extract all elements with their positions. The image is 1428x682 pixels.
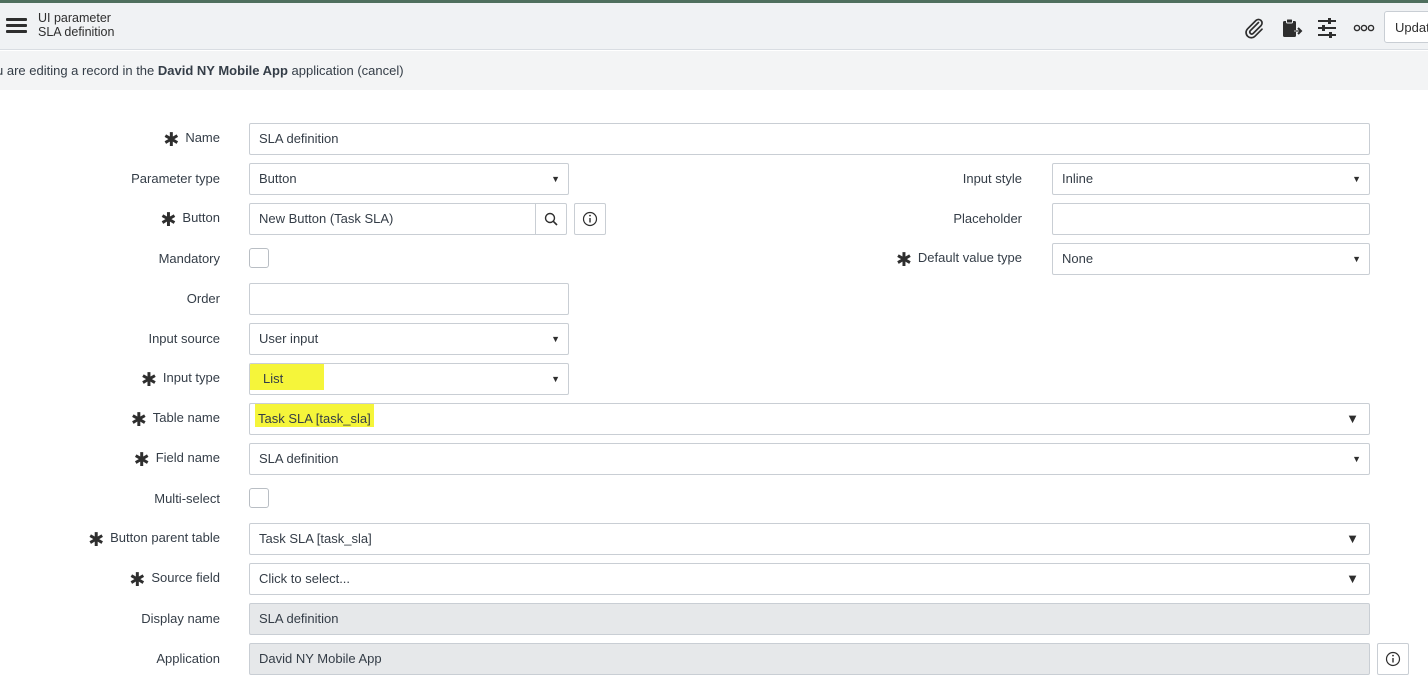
update-button[interactable]: Updat [1384,11,1428,43]
display-name-field: SLA definition [249,603,1370,635]
multi-select-checkbox[interactable] [249,488,269,508]
dropdown-caret-icon: ▼ [551,174,560,184]
table-name-select[interactable]: Task SLA [task_sla] ▼ [249,403,1370,435]
field-name-label: ✱ Field name [133,450,220,471]
banner-app-name: David NY Mobile App [157,63,288,78]
asterisk-icon: ✱ [130,410,147,431]
default-value-type-label: ✱ Default value type [896,250,1022,271]
record-table-title: UI parameter [38,11,111,25]
table-name-label: ✱ Table name [130,410,220,431]
banner-prefix: u are editing a record in the [0,63,155,78]
banner-suffix: application [291,63,354,78]
search-icon[interactable] [535,203,567,235]
default-value-type-select[interactable]: None ▼ [1052,243,1370,275]
asterisk-icon: ✱ [163,130,180,151]
multi-select-label: Multi-select [154,491,220,506]
dropdown-caret-icon: ▼ [1352,254,1361,264]
placeholder-input[interactable] [1052,203,1370,235]
input-source-label: Input source [148,331,220,346]
hamburger-menu-icon[interactable] [6,18,28,36]
mandatory-checkbox[interactable] [249,248,269,268]
name-label: ✱ Name [163,130,220,151]
name-input[interactable]: SLA definition [249,123,1370,155]
source-field-label: ✱ Source field [129,570,220,591]
button-reference-input[interactable]: New Button (Task SLA) [249,203,536,235]
dropdown-caret-icon: ▼ [551,374,560,384]
more-options-icon[interactable] [1352,16,1376,40]
dropdown-caret-icon: ▼ [551,334,560,344]
button-parent-table-label: ✱ Button parent table [88,530,220,551]
asterisk-icon: ✱ [129,570,146,591]
input-style-label: Input style [962,171,1022,186]
form-header: UI parameter SLA definition Updat [0,3,1428,50]
input-style-select[interactable]: Inline ▼ [1052,163,1370,195]
info-icon[interactable] [1377,643,1409,675]
order-label: Order [186,291,220,306]
asterisk-icon: ✱ [88,530,105,551]
yellow-highlight [250,364,324,390]
cancel-link[interactable]: (cancel) [357,63,403,78]
asterisk-icon: ✱ [896,250,912,271]
dropdown-caret-icon: ▼ [1346,531,1359,546]
mandatory-label: Mandatory [158,251,220,266]
record-display-value: SLA definition [38,25,115,39]
clipboard-icon[interactable] [1280,16,1304,40]
placeholder-label: Placeholder [953,211,1022,226]
dropdown-caret-icon: ▼ [1352,174,1361,184]
source-field-select[interactable]: Click to select... ▼ [249,563,1370,595]
asterisk-icon: ✱ [140,370,157,391]
input-type-select[interactable]: List ▼ [249,363,569,395]
display-name-label: Display name [141,611,220,626]
sliders-icon[interactable] [1315,16,1339,40]
asterisk-icon: ✱ [133,450,150,471]
info-icon[interactable] [574,203,606,235]
dropdown-caret-icon: ▼ [1346,411,1359,426]
scope-banner: u are editing a record in the David NY M… [0,51,1428,90]
asterisk-icon: ✱ [160,210,177,231]
field-name-select[interactable]: SLA definition ▼ [249,443,1370,475]
input-source-select[interactable]: User input ▼ [249,323,569,355]
order-input[interactable] [249,283,569,315]
dropdown-caret-icon: ▼ [1346,571,1359,586]
application-label: Application [156,651,220,666]
record-title: UI parameter SLA definition [38,11,114,39]
application-field: David NY Mobile App [249,643,1370,675]
parameter-type-select[interactable]: Button ▼ [249,163,569,195]
dropdown-caret-icon: ▼ [1352,454,1361,464]
input-type-label: ✱ Input type [140,370,220,391]
button-parent-table-select[interactable]: Task SLA [task_sla] ▼ [249,523,1370,555]
parameter-type-label: Parameter type [131,171,220,186]
paperclip-icon[interactable] [1242,16,1266,40]
button-label: ✱ Button [160,210,220,231]
